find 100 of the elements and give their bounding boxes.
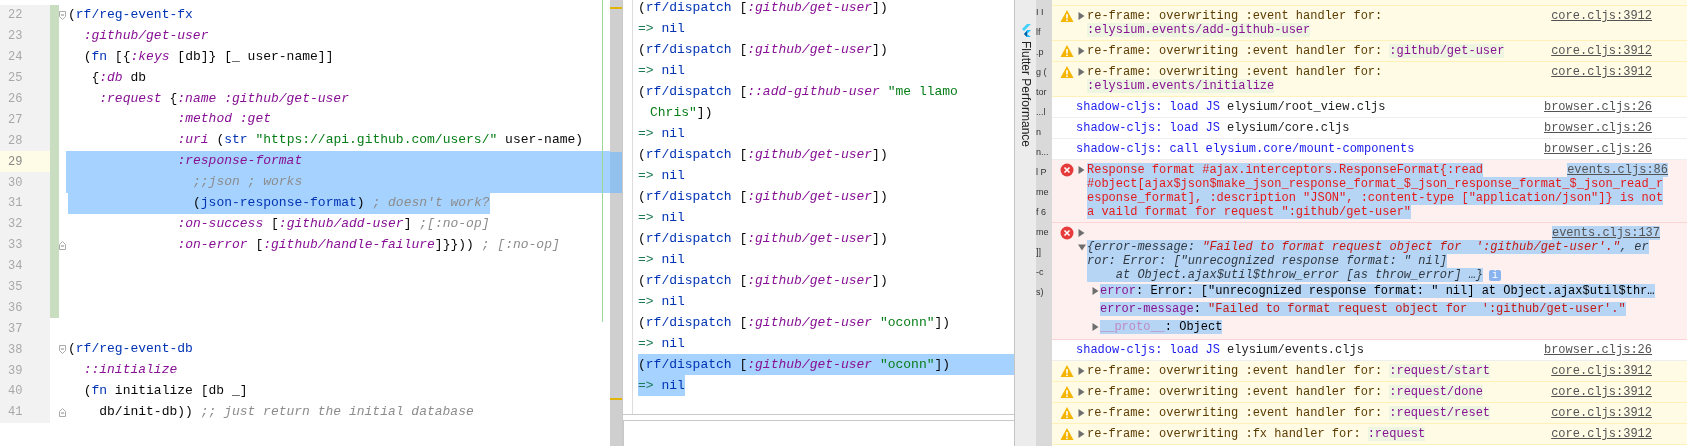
- panel-text: ]]: [1036, 247, 1041, 257]
- code-line: :method :get: [176, 110, 271, 129]
- event-keyword: :elysium.events/initialize: [1087, 79, 1275, 93]
- repl-line: => nil: [638, 293, 685, 311]
- repl-line: => nil: [638, 335, 685, 353]
- repl-line: => nil: [638, 62, 685, 80]
- line-number: 23: [0, 25, 50, 47]
- repl-line: => nil: [638, 20, 685, 38]
- source-link[interactable]: core.cljs:3912: [1551, 427, 1652, 441]
- source-link[interactable]: core.cljs:3912: [1551, 385, 1652, 399]
- repl-line: => nil: [638, 167, 685, 185]
- code-line: (rf/reg-event-fx: [68, 6, 193, 24]
- panel-text: lf: [1036, 27, 1041, 37]
- code-line: ::initialize: [82, 361, 178, 380]
- object-property[interactable]: error: Error: ["unrecognized response format: " nil] at Object.ajax$util$thr…: [1100, 284, 1655, 298]
- flutter-logo-icon: [1020, 24, 1031, 37]
- panel-text: s): [1036, 287, 1044, 297]
- event-keyword: :github/get-user: [1389, 44, 1505, 58]
- file-path: elysium/root_view.cljs: [1227, 100, 1386, 114]
- code-line: :request {:name :github/get-user: [98, 89, 349, 108]
- file-path: elysium/core.cljs: [1227, 121, 1350, 135]
- error-icon: [1060, 163, 1074, 177]
- code-line: :on-success [:github/add-user] ;[:no-op]: [176, 214, 490, 233]
- line-number: 27: [0, 109, 50, 131]
- log-message: re-frame: overwriting :fx handler for:: [1087, 427, 1361, 441]
- event-keyword: :request/done: [1389, 385, 1483, 399]
- line-number: 32: [0, 213, 50, 235]
- repl-input-field[interactable]: [623, 420, 1014, 446]
- source-link[interactable]: core.cljs:3912: [1551, 9, 1652, 23]
- source-link[interactable]: browser.cljs:26: [1543, 100, 1652, 114]
- log-message: re-frame: overwriting :event handler for:: [1087, 65, 1383, 79]
- source-link[interactable]: browser.cljs:26: [1543, 142, 1652, 156]
- log-message: re-frame: overwriting :event handler for:: [1087, 44, 1383, 58]
- code-line: (rf/reg-event-db: [68, 340, 193, 359]
- code-line: db/init-db)) ;; just return the initial database: [98, 402, 474, 421]
- code-line: :github/get-user: [82, 26, 209, 45]
- code-line: (fn initialize [db _]: [82, 382, 248, 401]
- tool-window-tab[interactable]: Flutter Performance: [1018, 41, 1033, 148]
- repl-line: (rf/dispatch [:github/get-user "oconn"]): [638, 314, 951, 332]
- line-number: 25: [0, 67, 50, 89]
- warning-icon: [1060, 427, 1074, 441]
- panel-text: l P: [1036, 167, 1047, 177]
- warning-icon: [1060, 364, 1074, 378]
- log-message: shadow-cljs: load JS: [1076, 100, 1221, 114]
- panel-text: n: [1036, 127, 1041, 137]
- repl-line: (rf/dispatch [:github/get-user]): [638, 188, 888, 206]
- source-link[interactable]: events.cljs:137: [1551, 226, 1660, 240]
- line-number: 34: [0, 255, 50, 277]
- event-keyword: :request: [1367, 427, 1426, 441]
- line-number: 26: [0, 88, 50, 110]
- log-message: re-frame: overwriting :event handler for:: [1087, 406, 1383, 420]
- log-message: re-frame: overwriting :event handler for:: [1087, 364, 1383, 378]
- line-number: 36: [0, 297, 50, 319]
- panel-text: me: [1036, 187, 1049, 197]
- repl-line: (rf/dispatch [::add-github-user "me llamo Chris"]): [638, 83, 959, 122]
- panel-text: I I: [1036, 7, 1044, 17]
- repl-line: (rf/dispatch [:github/get-user]): [638, 272, 888, 290]
- line-number: 22: [0, 5, 50, 26]
- panel-text: tor: [1036, 87, 1047, 97]
- repl-line: => nil: [638, 209, 685, 227]
- object-property[interactable]: __proto__: Object: [1100, 320, 1223, 334]
- source-link[interactable]: browser.cljs:26: [1543, 121, 1652, 135]
- code-line: {:db db: [90, 68, 147, 87]
- object-property[interactable]: error-message: "Failed to format request object for ':github/get-user'.": [1100, 302, 1626, 316]
- repl-line: (rf/dispatch [:github/get-user]): [638, 230, 888, 248]
- log-message: shadow-cljs: load JS: [1076, 121, 1221, 135]
- warning-icon: [1060, 9, 1074, 23]
- line-number: 28: [0, 130, 50, 152]
- repl-line: (rf/dispatch [:github/get-user "oconn"]): [638, 356, 951, 374]
- log-message: re-frame: overwriting :event handler for:: [1087, 9, 1383, 23]
- file-path: elysium/events.cljs: [1227, 343, 1364, 357]
- error-icon: [1060, 226, 1074, 240]
- source-link[interactable]: core.cljs:3912: [1551, 364, 1652, 378]
- line-number: 40: [0, 381, 50, 402]
- line-number: 35: [0, 276, 50, 298]
- panel-text: f 6: [1036, 207, 1046, 217]
- line-number: 37: [0, 318, 50, 340]
- source-link[interactable]: core.cljs:3912: [1551, 65, 1652, 79]
- code-line: :on-error [:github/handle-failure]}})) ; [:no-op]: [176, 235, 560, 254]
- code-line: :response-format: [176, 152, 303, 171]
- line-number: 33: [0, 234, 50, 256]
- panel-text: n...: [1036, 147, 1049, 157]
- panel-text: g (: [1036, 67, 1047, 77]
- log-message: shadow-cljs: call elysium.core/mount-components: [1076, 142, 1415, 156]
- source-link[interactable]: events.cljs:86: [1567, 163, 1668, 177]
- source-link[interactable]: core.cljs:3912: [1551, 406, 1652, 420]
- warning-icon: [1060, 406, 1074, 420]
- line-number: 31: [0, 193, 50, 214]
- repl-line: (rf/dispatch [:github/get-user]): [638, 41, 888, 59]
- event-keyword: :request/reset: [1389, 406, 1491, 420]
- scrollbar[interactable]: [610, 0, 622, 446]
- source-link[interactable]: browser.cljs:26: [1543, 343, 1652, 357]
- repl-line: => nil: [638, 125, 685, 143]
- warning-icon: [1060, 44, 1074, 58]
- log-message: shadow-cljs: load JS: [1076, 343, 1221, 357]
- source-link[interactable]: core.cljs:3912: [1551, 44, 1652, 58]
- event-keyword: :request/start: [1389, 364, 1491, 378]
- line-number: 24: [0, 46, 50, 68]
- line-number: 38: [0, 339, 50, 361]
- code-line: ;;json ; works: [192, 173, 303, 192]
